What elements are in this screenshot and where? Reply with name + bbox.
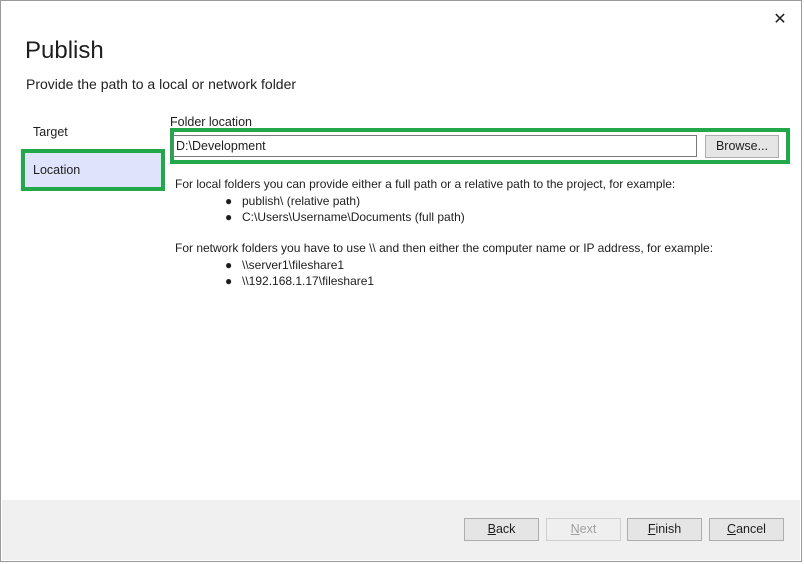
button-label: inish <box>655 522 682 536</box>
bullet-icon: ● <box>225 210 233 224</box>
cancel-button[interactable]: Cancel <box>709 518 784 541</box>
access-key: C <box>727 522 737 536</box>
folder-location-label: Folder location <box>170 115 252 129</box>
browse-button[interactable]: Browse... <box>705 135 779 158</box>
access-key: N <box>570 522 580 536</box>
finish-button[interactable]: Finish <box>627 518 702 541</box>
list-item: ● publish\ (relative path) <box>175 193 675 209</box>
dialog-title: Publish <box>25 37 104 64</box>
list-item: ● \\192.168.1.17\fileshare1 <box>175 273 713 289</box>
example-text: \\server1\fileshare1 <box>242 258 345 272</box>
network-help: For network folders you have to use \\ a… <box>175 241 713 289</box>
example-text: publish\ (relative path) <box>242 194 361 208</box>
nav-item-location[interactable]: Location <box>21 149 165 191</box>
folder-path-input[interactable] <box>173 135 697 157</box>
example-text: \\192.168.1.17\fileshare1 <box>242 274 375 288</box>
close-icon[interactable]: ✕ <box>771 11 789 29</box>
bullet-icon: ● <box>225 194 233 208</box>
example-text: C:\Users\Username\Documents (full path) <box>242 210 465 224</box>
bullet-icon: ● <box>225 258 233 272</box>
publish-dialog: ✕ Publish Provide the path to a local or… <box>0 0 802 562</box>
access-key: B <box>487 522 496 536</box>
list-item: ● \\server1\fileshare1 <box>175 257 713 273</box>
local-help: For local folders you can provide either… <box>175 177 675 225</box>
dialog-subtitle: Provide the path to a local or network f… <box>26 76 297 92</box>
local-help-intro: For local folders you can provide either… <box>175 177 676 191</box>
list-item: ● C:\Users\Username\Documents (full path) <box>175 209 675 225</box>
dialog-footer: Back Next Finish Cancel <box>2 500 800 560</box>
bullet-icon: ● <box>225 274 233 288</box>
button-label: ack <box>495 522 516 536</box>
local-examples-list: ● publish\ (relative path) ● C:\Users\User… <box>175 193 675 225</box>
next-button[interactable]: Next <box>546 518 621 541</box>
network-examples-list: ● \\server1\fileshare1 ● \\192.168.1.17\fi… <box>175 257 713 289</box>
button-label: ancel <box>736 522 766 536</box>
network-help-intro: For network folders you have to use \\ a… <box>175 241 714 255</box>
button-label: ext <box>579 522 597 536</box>
back-button[interactable]: Back <box>464 518 539 541</box>
nav-item-target[interactable]: Target <box>23 115 163 149</box>
side-nav: Target Location <box>21 115 165 191</box>
